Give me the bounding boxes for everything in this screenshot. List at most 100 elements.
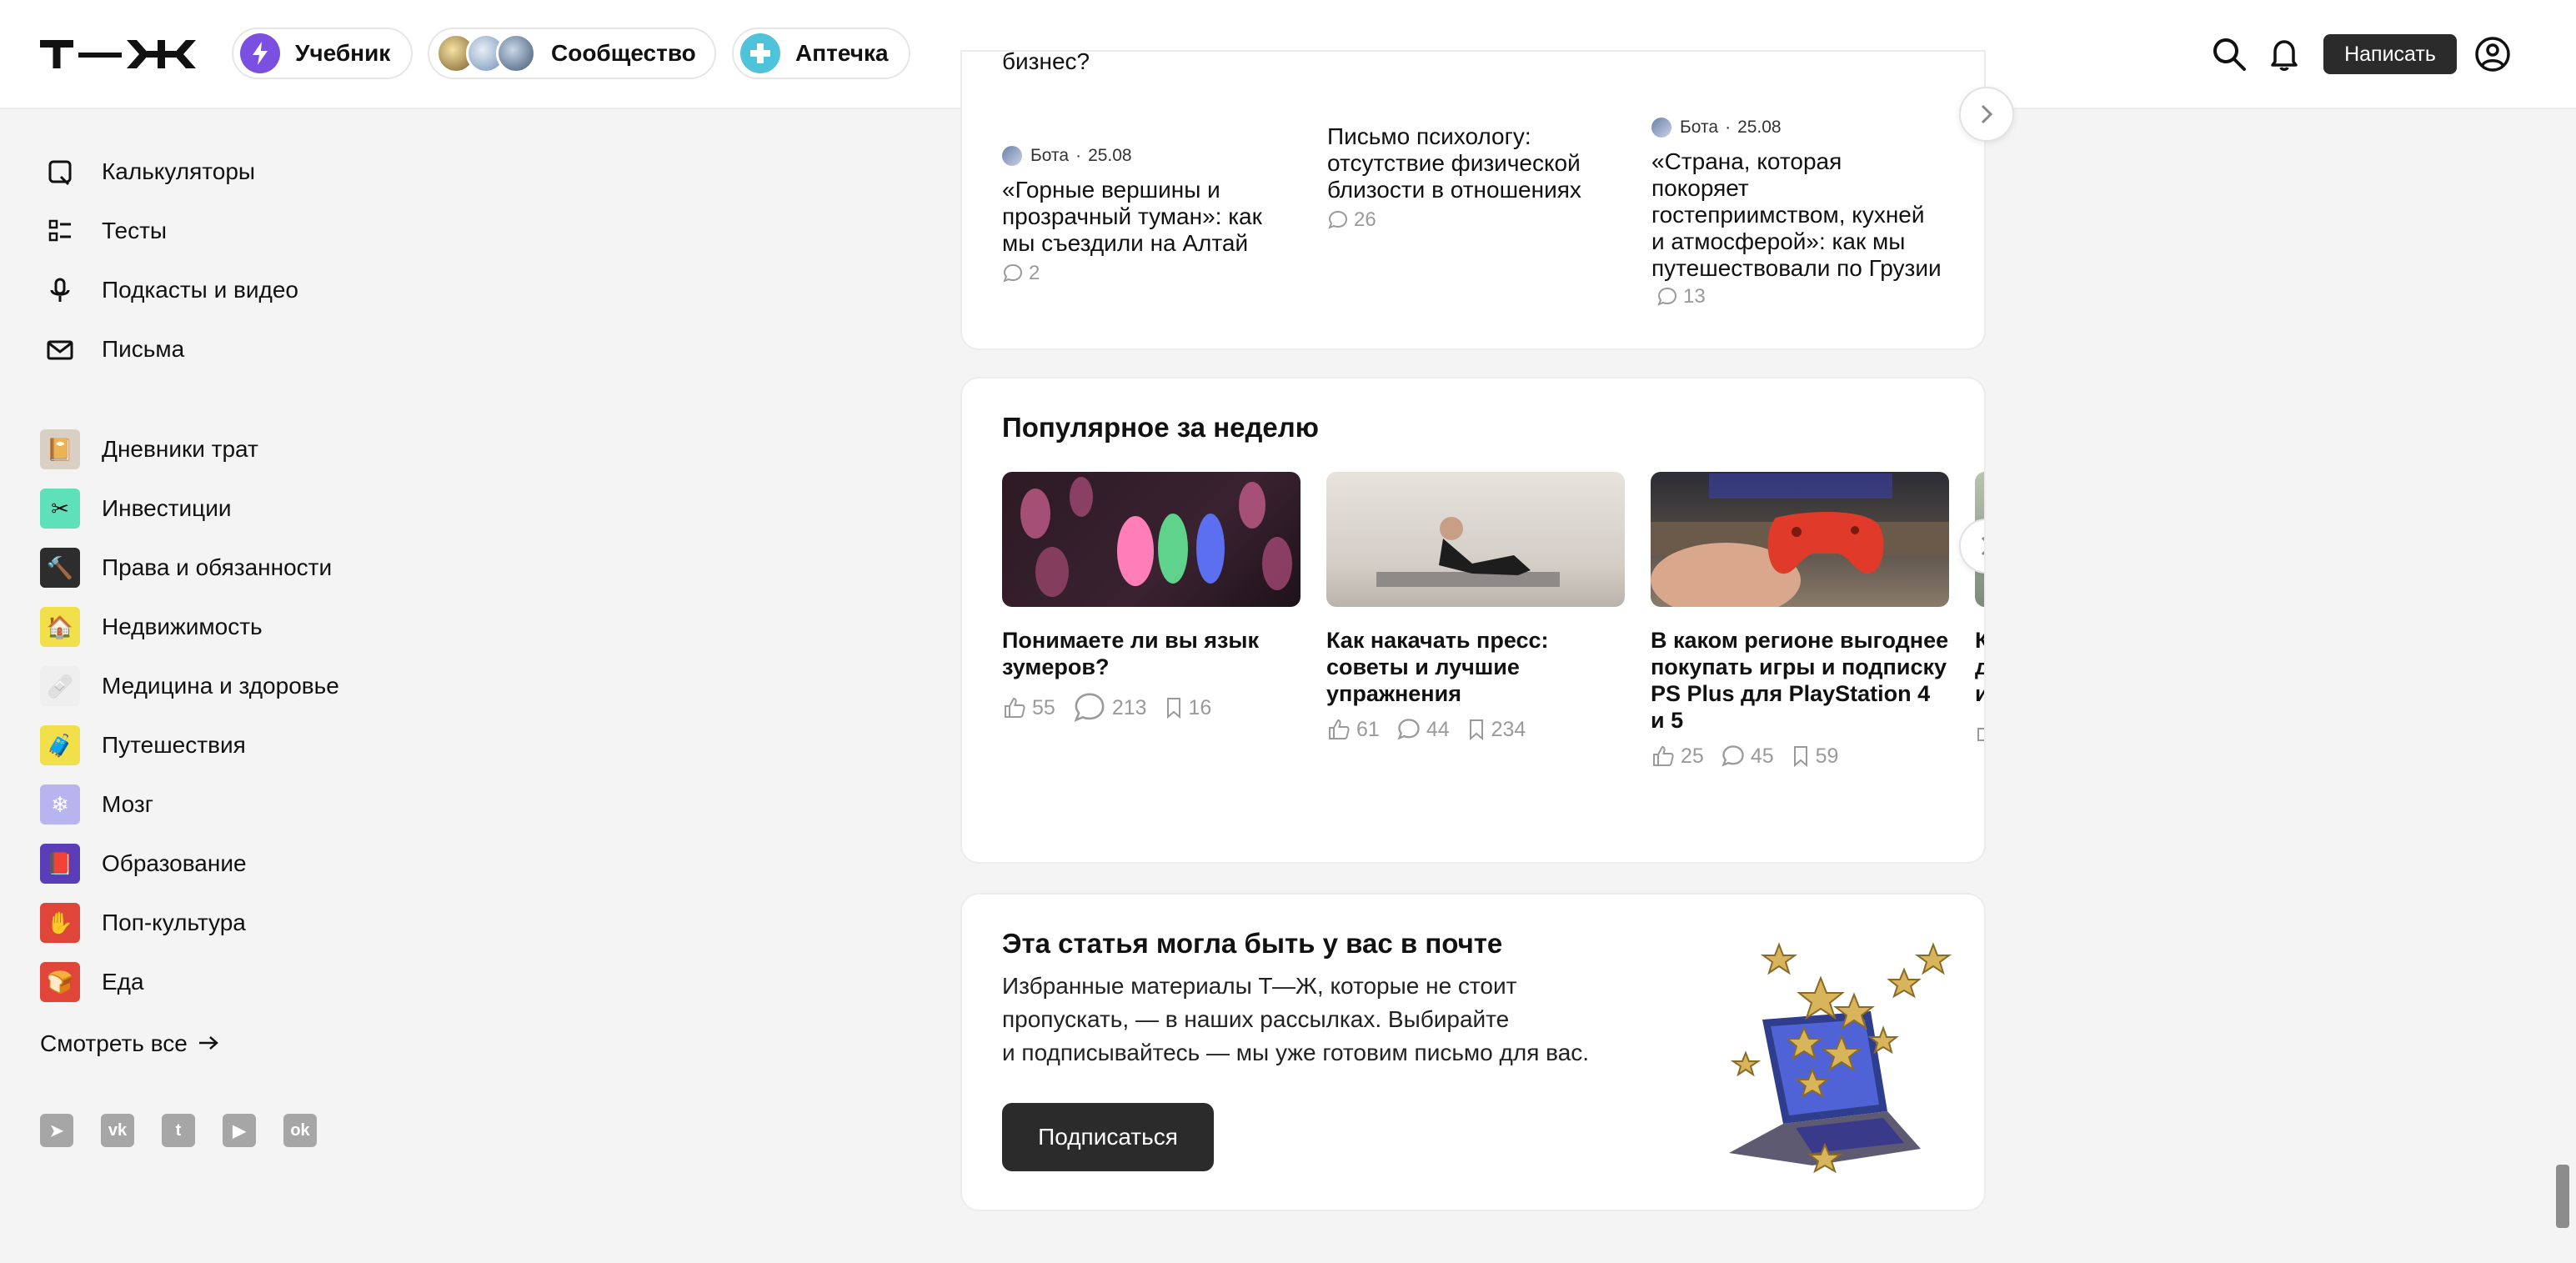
sidebar-item-letters[interactable]: Письма (40, 328, 184, 370)
thumbs-up-icon (1005, 697, 1025, 718)
brain-icon: ❄ (40, 784, 80, 824)
comments-count[interactable]: 45 (1721, 744, 1774, 769)
pill-label: Сообщество (551, 40, 696, 66)
tj-logo[interactable] (40, 37, 203, 72)
sidebar-item-label: Медицина и здоровье (102, 673, 339, 699)
subscribe-button[interactable]: Подписаться (1002, 1103, 1214, 1171)
tj-logo-mark (40, 40, 196, 68)
see-all-label: Смотреть все (40, 1030, 188, 1056)
pill-textbook[interactable]: Учебник (232, 28, 413, 79)
likes-count[interactable]: 55 (1002, 695, 1055, 720)
popular-week-card: Популярное за неделю Понимаете ли вы язы… (960, 377, 1986, 864)
sidebar-item-calculators[interactable]: Калькуляторы (40, 151, 255, 193)
plus-icon (740, 33, 780, 73)
popular-article[interactable]: Понимаете ли вы язык зумеров? 55 213 16 (1002, 472, 1301, 725)
bell-icon[interactable] (2265, 35, 2303, 73)
bookmarks-number: 16 (1188, 695, 1212, 719)
thumbs-up-icon (1653, 745, 1674, 766)
laptop-stars-illustration (1696, 928, 1954, 1178)
sidebar-item-label: Недвижимость (102, 614, 263, 639)
article-title[interactable]: «Страна, которая покоряет гостеприимство… (1651, 148, 1943, 310)
article-stats: 61 44 234 (1326, 717, 1625, 742)
sidebar-item-spending-diaries[interactable]: 📔 Дневники трат (40, 429, 258, 470)
food-icon: 🍞 (40, 962, 80, 1002)
article-stats: 25 45 59 (1651, 744, 1949, 769)
ok-icon[interactable]: ok (283, 1114, 317, 1147)
sidebar-item-tests[interactable]: Тесты (40, 210, 167, 252)
sidebar-item-travel[interactable]: 🧳 Путешествия (40, 724, 246, 766)
sidebar-item-education[interactable]: 📕 Образование (40, 843, 247, 885)
telegram-icon[interactable]: ➤ (40, 1114, 73, 1147)
search-icon[interactable] (2210, 35, 2248, 73)
popular-article[interactable]: В каком регионе выгоднее покупать игры и… (1651, 472, 1949, 769)
bookmarks-count[interactable]: 59 (1791, 744, 1839, 769)
sidebar-item-label: Инвестиции (102, 495, 232, 521)
related-article[interactable]: Бота · 25.08 «Горные вершины и прозрачны… (1002, 145, 1294, 287)
sidebar-item-rights[interactable]: 🔨 Права и обязанности (40, 547, 332, 589)
sidebar-item-podcasts[interactable]: Подкасты и видео (40, 269, 298, 311)
comments-count[interactable]: 213 (1072, 690, 1147, 725)
comment-icon (1397, 719, 1420, 740)
sidebar-item-label: Тесты (102, 218, 168, 243)
article-title[interactable]: «Горные вершины и прозрачный туман»: как… (1002, 177, 1294, 257)
comment-icon (1657, 287, 1677, 306)
comments-count[interactable]: 44 (1396, 717, 1450, 742)
article-title[interactable]: Письмо психологу: отсутствие физической … (1327, 123, 1619, 203)
community-avatars (436, 33, 536, 73)
comments-number: 45 (1750, 744, 1774, 768)
comments-count[interactable]: 26 (1327, 207, 1376, 233)
twitter-icon[interactable]: t (162, 1114, 195, 1147)
sidebar-item-pop-culture[interactable]: ✋ Поп-культура (40, 902, 246, 944)
avatar (1002, 146, 1022, 166)
popular-article[interactable]: К д и (1975, 472, 1984, 745)
comments-count[interactable]: 2 (1002, 260, 1040, 287)
likes-count[interactable]: 61 (1326, 717, 1380, 742)
bookmarks-count[interactable]: 16 (1164, 695, 1212, 720)
author[interactable]: Бота (1030, 143, 1069, 169)
sidebar-item-food[interactable]: 🍞 Еда (40, 961, 144, 1003)
pill-first-aid[interactable]: Аптечка (732, 28, 910, 79)
article-title[interactable]: Как накачать пресс: советы и лучшие упра… (1326, 627, 1625, 707)
article-image[interactable] (1651, 472, 1949, 607)
gavel-icon: 🔨 (40, 548, 80, 588)
article-title[interactable]: Понимаете ли вы язык зумеров? (1002, 627, 1301, 680)
author[interactable]: Бота (1680, 114, 1718, 141)
popular-article[interactable]: Как накачать пресс: советы и лучшие упра… (1326, 472, 1625, 742)
related-article[interactable]: Бота · 25.08 «Страна, которая покоряет г… (1651, 117, 1943, 310)
related-article[interactable]: Письмо психологу: отсутствие физической … (1327, 123, 1619, 233)
pill-community[interactable]: Сообщество (428, 28, 716, 79)
education-icon: 📕 (40, 844, 80, 884)
avatar (496, 33, 536, 73)
sidebar-item-real-estate[interactable]: 🏠 Недвижимость (40, 606, 263, 648)
sidebar-item-medicine[interactable]: 🩹 Медицина и здоровье (40, 665, 339, 707)
diary-icon: 📔 (40, 429, 80, 469)
article-image[interactable] (1002, 472, 1301, 607)
article-meta: Бота · 25.08 (1651, 117, 1943, 138)
carousel-next-button[interactable] (1959, 87, 2014, 142)
youtube-icon[interactable]: ▶ (223, 1114, 256, 1147)
carousel-next-button[interactable] (1959, 519, 1984, 574)
article-title[interactable]: В каком регионе выгоднее покупать игры и… (1651, 627, 1949, 734)
comments-count[interactable]: 13 (1656, 283, 1706, 310)
article-title[interactable]: К д и (1975, 627, 1984, 707)
sidebar-item-brain[interactable]: ❄ Мозг (40, 784, 153, 825)
cut-title-text: бизнес? (1002, 48, 1090, 72)
suitcase-icon: 🧳 (40, 725, 80, 765)
page-scrollbar[interactable] (2556, 1165, 2569, 1228)
chevron-right-icon (1981, 104, 1993, 124)
bookmarks-count[interactable]: 234 (1466, 717, 1526, 742)
profile-icon[interactable] (2473, 35, 2512, 73)
write-button[interactable]: Написать (2323, 34, 2457, 74)
article-meta: Бота · 25.08 (1002, 145, 1294, 167)
see-all-link[interactable]: Смотреть все (40, 1030, 219, 1057)
related-articles-card: бизнес? Бота · 25.08 «Горные вершины и п… (960, 48, 2014, 350)
vk-icon[interactable]: vk (101, 1114, 134, 1147)
article-image[interactable] (1326, 472, 1625, 607)
newsletter-title: Эта статья могла быть у вас в почте (1002, 928, 1503, 959)
comments-number: 26 (1354, 208, 1376, 231)
likes-count[interactable]: 25 (1651, 744, 1704, 769)
sidebar-item-label: Подкасты и видео (102, 277, 299, 303)
sidebar-item-label: Калькуляторы (102, 158, 256, 184)
sidebar-item-investments[interactable]: ✂ Инвестиции (40, 488, 232, 529)
bookmarks-number: 59 (1815, 744, 1839, 768)
